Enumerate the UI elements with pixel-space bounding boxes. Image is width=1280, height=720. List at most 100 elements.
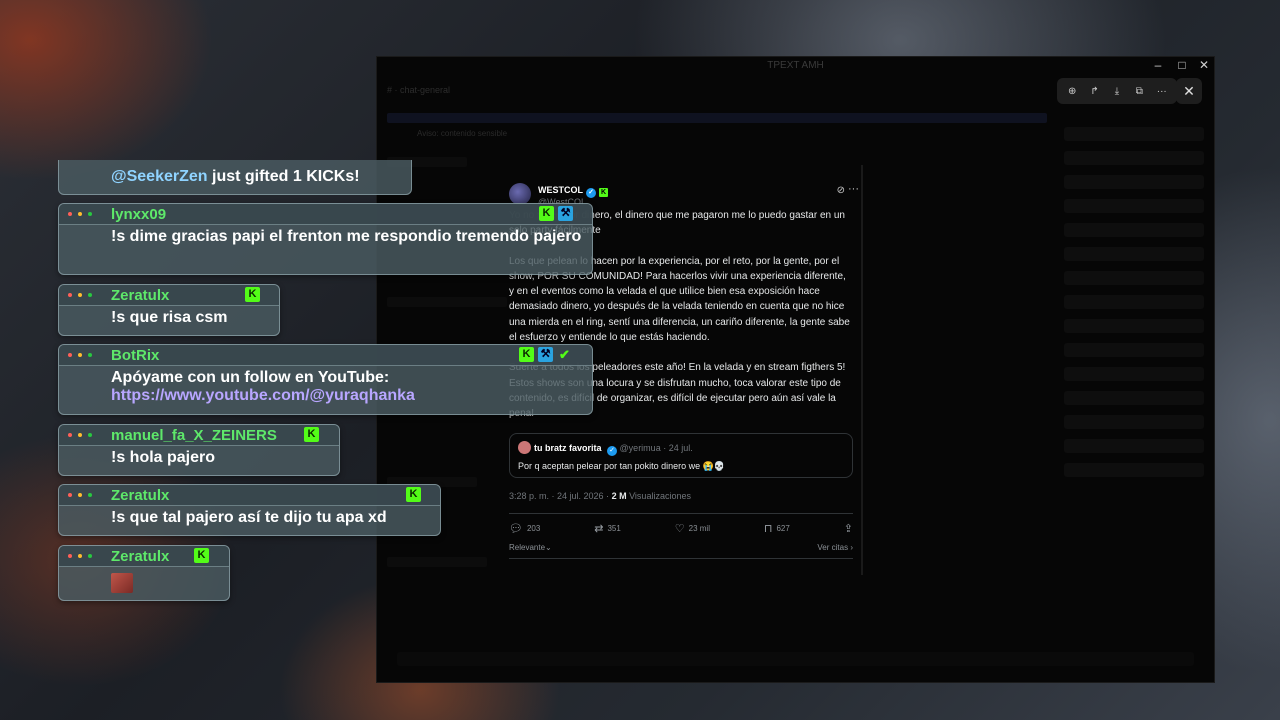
- dim-row: [387, 557, 487, 567]
- chat-message-content: Apóyame con un follow en YouTube: https:…: [59, 366, 592, 408]
- chevron-right-icon: ›: [850, 542, 853, 552]
- dim-banner: [387, 113, 1047, 123]
- divider: [509, 557, 853, 559]
- window-title: TPEXT AMH: [767, 60, 824, 71]
- chat-username: Zeratulx: [111, 487, 170, 504]
- more-icon[interactable]: ···: [1152, 81, 1172, 101]
- kick-badge-icon: K: [519, 347, 534, 362]
- quote-avatar: [518, 440, 531, 454]
- view-quotes-link[interactable]: Ver citas ›: [817, 543, 853, 552]
- moderator-badge-icon: ⚒: [558, 206, 573, 221]
- chat-username: manuel_fa_X_ZEINERS: [111, 427, 277, 444]
- chat-message: manuel_fa_X_ZEINERS K !s hola pajero: [58, 424, 340, 476]
- chat-username: BotRix: [111, 347, 160, 364]
- kick-badge-icon: K: [599, 188, 608, 197]
- download-icon[interactable]: ⤓: [1107, 81, 1127, 101]
- window-dots-icon: [68, 353, 92, 357]
- window-dots-icon: [68, 433, 92, 437]
- window-close-button[interactable]: ✕: [1193, 58, 1215, 72]
- share-button[interactable]: ⇪: [844, 522, 853, 535]
- chat-message-text: !s dime gracias papi el frenton me respo…: [111, 228, 582, 245]
- grok-icon[interactable]: ⊘: [837, 185, 845, 196]
- quote-author-name: tu bratz favorita: [534, 442, 602, 453]
- views-label: Visualizaciones: [629, 490, 691, 501]
- maximize-button[interactable]: □: [1171, 58, 1193, 72]
- chat-username: lynxx09: [111, 206, 167, 223]
- viewer-close-button[interactable]: ✕: [1176, 78, 1202, 104]
- dim-channel-header: # · chat-general: [387, 85, 451, 95]
- repost-button[interactable]: ⇄ 351: [594, 522, 621, 535]
- share-icon[interactable]: ↱: [1085, 81, 1105, 101]
- kick-badge-icon: K: [304, 427, 319, 442]
- author-name[interactable]: WESTCOL: [538, 185, 583, 195]
- tweet-divider: [861, 165, 863, 575]
- chat-message-text: !s que risa csm: [111, 309, 228, 326]
- gift-user: @SeekerZen: [111, 168, 208, 185]
- tweet-timestamp[interactable]: 3:28 p. m. · 24 jul. 2026 ·: [509, 491, 612, 501]
- window-dots-icon: [68, 293, 92, 297]
- open-external-icon[interactable]: ⧉: [1129, 81, 1149, 101]
- chat-message-text: !s hola pajero: [111, 449, 216, 466]
- chat-message-header: BotRix K ⚒ ✔: [59, 345, 592, 366]
- dim-member-list: [1064, 117, 1204, 662]
- dim-banner-text: Aviso: contenido sensible: [417, 129, 508, 138]
- repost-icon: ⇄: [594, 522, 604, 535]
- zoom-in-icon[interactable]: ⊕: [1062, 81, 1082, 101]
- view-quotes-label: Ver citas: [817, 542, 849, 552]
- gift-text: @SeekerZen just gifted 1 KICKs!: [111, 168, 360, 186]
- chat-message-header: Zeratulx K: [59, 485, 440, 506]
- chat-message-header: Zeratulx K: [59, 285, 279, 306]
- chat-message: lynxx09 K ⚒ !s dime gracias papi el fren…: [58, 203, 593, 275]
- reply-button[interactable]: 💬︎ 203: [509, 522, 540, 535]
- bookmark-button[interactable]: ⊓ 627: [764, 522, 790, 535]
- gift-notification: @SeekerZen just gifted 1 KICKs!: [58, 160, 412, 195]
- chevron-down-icon: ⌄: [545, 542, 552, 552]
- moderator-badge-icon: ⚒: [538, 347, 553, 362]
- quoted-tweet[interactable]: tu bratz favorita ✓ @yerimua · 24 jul. P…: [509, 432, 853, 478]
- more-icon[interactable]: ···: [848, 183, 859, 195]
- chat-username: Zeratulx: [111, 548, 170, 565]
- verified-badge-icon: ✔: [559, 347, 570, 362]
- quote-text: Por q aceptan pelear por tan pokito dine…: [518, 460, 726, 471]
- chat-message-header: lynxx09 K ⚒: [59, 204, 592, 225]
- quote-date: · 24 jul.: [663, 442, 693, 453]
- badges: K: [304, 427, 319, 442]
- avatar[interactable]: [509, 183, 531, 205]
- window-dots-icon: [68, 493, 92, 497]
- chat-message: Zeratulx K: [58, 545, 230, 601]
- chat-message-content: [59, 567, 229, 596]
- chat-message-text: Apóyame con un follow en YouTube:: [111, 369, 390, 386]
- reply-count: 203: [526, 523, 541, 533]
- chat-message-text: !s que tal pajero así te dijo tu apa xd: [111, 509, 387, 526]
- bookmark-icon: ⊓: [763, 522, 773, 535]
- minimize-button[interactable]: –: [1147, 58, 1169, 72]
- badges: K: [245, 287, 260, 302]
- youtube-link[interactable]: https://www.youtube.com/@yuraqhanka: [111, 387, 582, 405]
- chat-message: Zeratulx K !s que risa csm: [58, 284, 280, 336]
- badges: K ⚒: [539, 206, 573, 221]
- repost-count: 351: [607, 523, 621, 533]
- sort-dropdown[interactable]: Relevante⌄: [509, 543, 552, 552]
- window-dots-icon: [68, 554, 92, 558]
- chat-message: Zeratulx K !s que tal pajero así te dijo…: [58, 484, 441, 536]
- view-count: 2 M: [611, 490, 627, 501]
- reply-icon: 💬︎: [509, 522, 523, 535]
- verified-icon: ✓: [607, 445, 618, 456]
- divider: [509, 512, 853, 514]
- viewer-toolbar: ⊕ ↱ ⤓ ⧉ ···: [1057, 78, 1177, 104]
- kick-badge-icon: K: [406, 487, 421, 502]
- verified-icon: ✓: [586, 188, 596, 198]
- tweet-meta: 3:28 p. m. · 24 jul. 2026 · 2 M Visualiz…: [509, 491, 853, 501]
- chat-username: Zeratulx: [111, 287, 170, 304]
- tweet-actions: 💬︎ 203 ⇄ 351 ♡ 23 mil ⊓ 627 ⇪: [509, 522, 853, 535]
- share-icon: ⇪: [843, 522, 853, 535]
- badges: K ⚒ ✔: [519, 347, 572, 362]
- kick-badge-icon: K: [245, 287, 260, 302]
- bookmark-count: 627: [776, 523, 790, 533]
- like-button[interactable]: ♡ 23 mil: [675, 522, 710, 535]
- heart-icon: ♡: [674, 522, 685, 535]
- sort-label: Relevante: [509, 542, 546, 552]
- tweet-footer: Relevante⌄ Ver citas ›: [509, 543, 853, 552]
- quote-header: tu bratz favorita ✓ @yerimua · 24 jul.: [518, 440, 844, 456]
- chat-message-header: manuel_fa_X_ZEINERS K: [59, 425, 339, 446]
